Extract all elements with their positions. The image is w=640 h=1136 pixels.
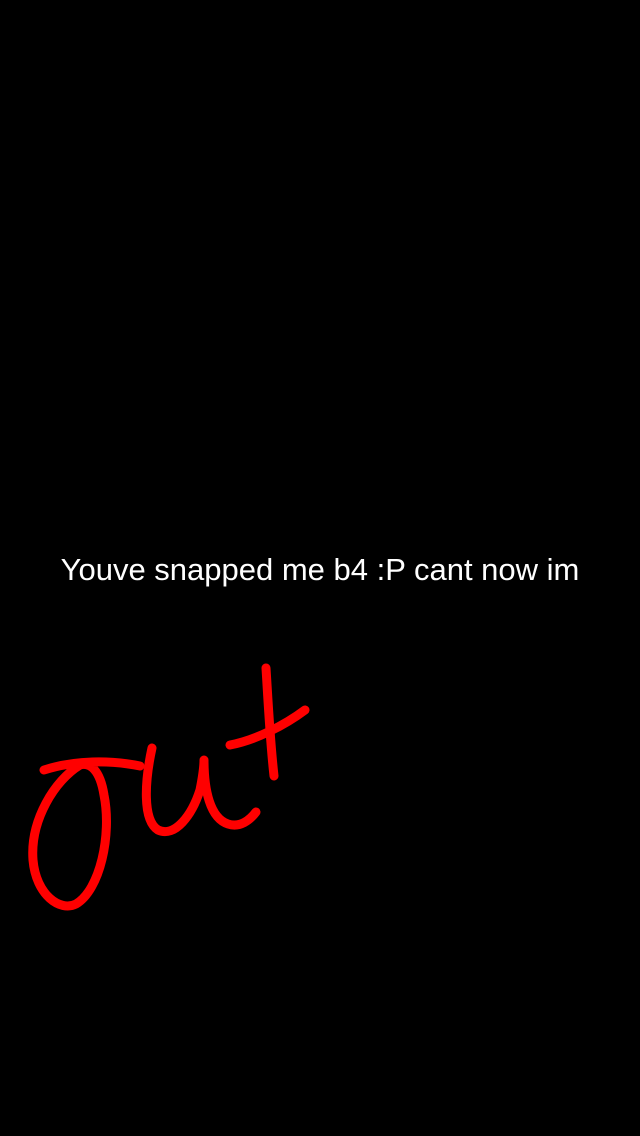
- doodle-letter-o: [28, 757, 145, 911]
- doodle-letter-u: [141, 743, 261, 837]
- handwritten-out-doodle: [28, 663, 310, 911]
- snap-canvas[interactable]: Youve snapped me b4 :P cant now im: [0, 0, 640, 1136]
- doodle-letter-t: [225, 663, 310, 781]
